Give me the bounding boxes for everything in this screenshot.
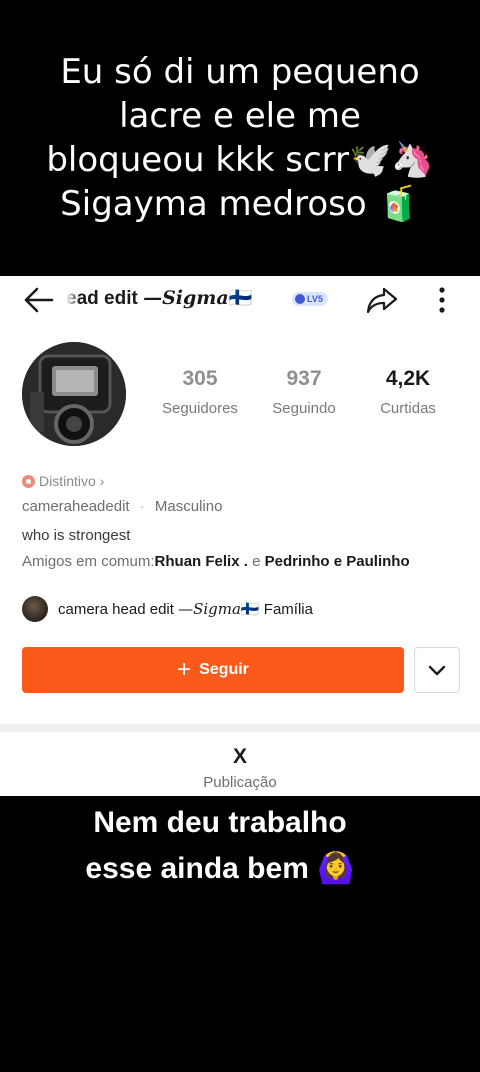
family-avatar [22,596,48,622]
flag-icon: 🇫🇮 [240,601,260,618]
family-suffix: Família [259,601,313,618]
following-label: Seguindo [272,400,336,417]
avatar[interactable] [22,342,126,446]
family-group[interactable]: camera head edit —Sigma🇫🇮 Família [22,596,313,622]
bottom-caption: Nem deu trabalho esse ainda bem 🙆‍♀️ [0,800,440,892]
top-caption: Eu só di um pequeno lacre e ele me bloqu… [0,50,480,226]
followers-count: 305 [182,367,218,390]
likes-label: Curtidas [380,400,436,417]
profile-name-title: ead edit —Sigma🇫🇮 [66,286,266,314]
friends-conjunction: e [247,553,265,570]
likes-count: 4,2K [385,367,431,390]
username: cameraheadedit [22,498,130,515]
caption-line: lacre e ele me [119,96,361,136]
friend-name: Rhuan Felix . [154,553,248,570]
level-badge[interactable]: LV5 [292,292,328,306]
following-stat[interactable]: 937 Seguindo [254,366,354,417]
posts-count: X [232,745,247,768]
profile-screen: ead edit —Sigma🇫🇮 LV5 305 Seguidores 937… [0,276,480,796]
family-prefix: camera head edit [58,601,179,618]
caption-line: esse ainda bem 🙆‍♀️ [85,852,355,885]
share-icon[interactable] [364,284,400,316]
friend-name: Pedrinho e Paulinho [264,553,410,570]
mutual-friends[interactable]: Amigos em comum:Rhuan Felix . e Pedrinho… [22,553,410,570]
badge-label: Distintivo › [39,473,105,489]
stats-row: 305 Seguidores 937 Seguindo 4,2K Curtida… [150,366,460,422]
follow-button[interactable]: + Seguir [22,647,404,693]
bio: who is strongest [22,527,131,544]
camera-head-image [22,342,126,446]
caption-line: Nem deu trabalho [93,806,347,839]
title-sigma: —Sigma [143,287,229,309]
family-name: camera head edit —Sigma🇫🇮 Família [58,600,313,618]
back-arrow-icon[interactable] [20,284,56,316]
more-options-dropdown[interactable] [414,647,460,693]
likes-stat[interactable]: 4,2K Curtidas [358,366,458,417]
posts-label: Publicação [203,774,277,791]
navbar: ead edit —Sigma🇫🇮 LV5 [0,276,480,324]
follow-label: Seguir [199,661,249,678]
flag-icon: 🇫🇮 [228,288,253,309]
section-divider [0,724,480,732]
user-meta: cameraheadedit · Masculino [22,498,222,515]
meta-separator: · [139,498,145,515]
caption-line: Sigayma medroso 🧃 [60,184,420,224]
following-count: 937 [286,367,322,390]
family-sigma: —Sigma [178,600,241,618]
level-text: LV5 [307,294,323,304]
followers-label: Seguidores [162,400,238,417]
level-icon [295,294,305,304]
friends-prefix: Amigos em comum: [22,553,155,570]
more-vertical-icon[interactable] [428,282,456,318]
gender: Masculino [154,498,223,515]
title-prefix: ead edit [66,288,144,309]
caption-line: Eu só di um pequeno [60,52,420,92]
plus-icon: + [177,656,192,683]
badge-icon [22,474,35,488]
badge-link[interactable]: Distintivo › [22,473,104,489]
followers-stat[interactable]: 305 Seguidores [150,366,250,417]
caption-line: bloqueou kkk scrr🕊️🦄 [46,140,434,180]
tab-posts[interactable]: X Publicação [190,745,290,792]
chevron-down-icon [428,665,446,676]
